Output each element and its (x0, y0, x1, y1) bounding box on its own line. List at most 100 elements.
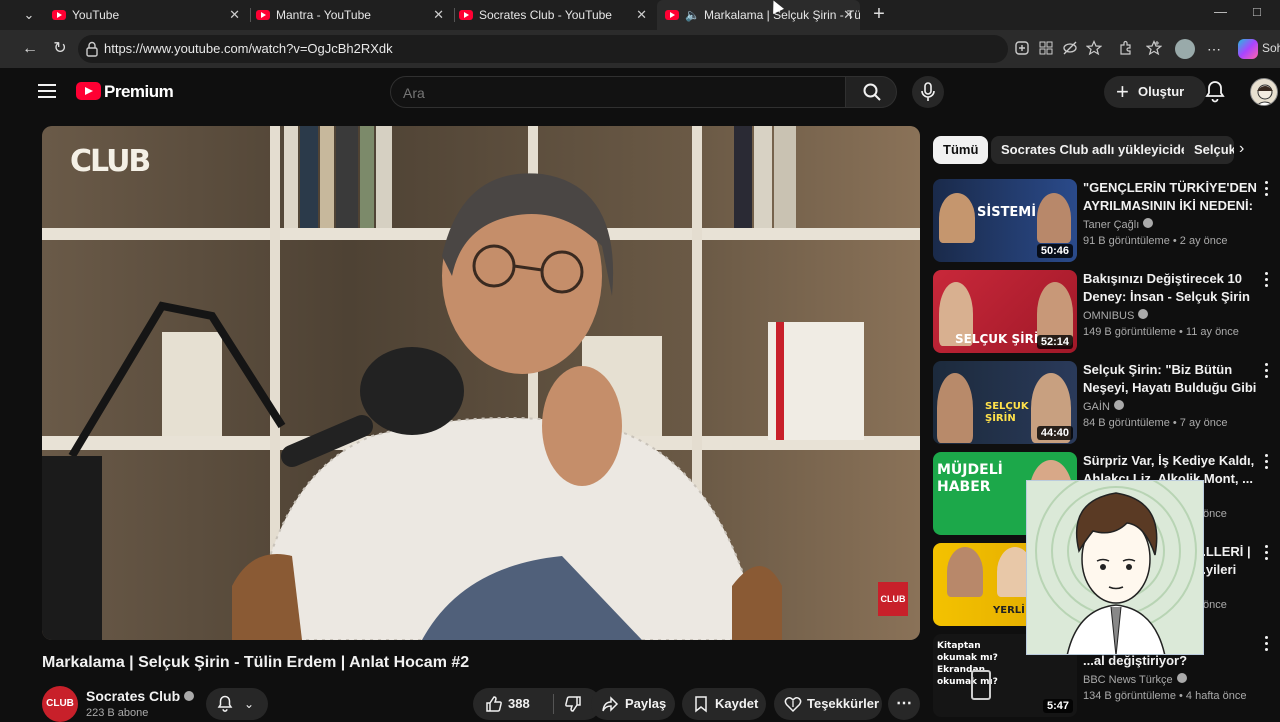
more-options-icon[interactable] (1265, 181, 1271, 199)
like-button[interactable]: 388 (473, 688, 553, 720)
browser-toolbar: ← ↻ https://www.youtube.com/watch?v=OgJc… (0, 30, 1280, 68)
video-meta: önce (1203, 508, 1227, 520)
close-tab-icon[interactable]: ✕ (229, 0, 240, 30)
browser-tab-active[interactable]: 🔈 Markalama | Selçuk Şirin - Tül ✕ (657, 0, 860, 30)
verified-badge-icon (1176, 673, 1187, 683)
video-title: Bakışınızı Değiştirecek 10 Deney: İnsan … (1083, 271, 1250, 304)
collections-icon[interactable] (1146, 40, 1162, 56)
more-options-icon[interactable] (1265, 363, 1271, 381)
video-title: ...LLERİ | ...yileri (1195, 544, 1251, 577)
search-box[interactable] (390, 76, 846, 108)
tab-actions-chevron-icon[interactable]: ⌄ (14, 5, 44, 25)
channel-name[interactable]: GAİN (1083, 400, 1124, 413)
avatar-face-icon (1256, 84, 1274, 105)
channel-branding-badge[interactable]: CLUB (878, 582, 908, 616)
heart-dollar-icon (784, 697, 802, 713)
search-input[interactable] (403, 83, 823, 103)
close-tab-icon[interactable]: ✕ (843, 0, 854, 30)
more-options-icon[interactable] (1265, 272, 1271, 290)
notifications-bell-icon[interactable] (1204, 80, 1226, 104)
video-duration: 5:47 (1042, 699, 1073, 713)
extensions-puzzle-icon[interactable] (1118, 40, 1134, 56)
more-options-icon[interactable] (1265, 454, 1271, 472)
browser-tab-1[interactable]: YouTube ✕ (52, 0, 248, 30)
recommendation-item[interactable]: SELÇUK ŞİRİ 52:14 Bakışınızı Değiştirece… (933, 270, 1278, 354)
recommendation-item[interactable]: SİSTEMİ 50:46 "GENÇLERİN TÜRKİYE'DEN AYR… (933, 179, 1278, 263)
channel-name-text: Socrates Club (86, 688, 181, 704)
browser-tabstrip: ⌄ YouTube ✕ Mantra - YouTube ✕ Socrates … (0, 0, 1280, 30)
video-title: Selçuk Şirin: "Biz Bütün Neşeyi, Hayatı … (1083, 362, 1257, 395)
maximize-window-icon[interactable]: □ (1253, 4, 1261, 19)
save-button[interactable]: Kaydet (682, 688, 766, 720)
youtube-favicon-icon (459, 10, 473, 20)
profile-avatar-icon[interactable] (1175, 39, 1195, 59)
browser-tab-2[interactable]: Mantra - YouTube ✕ (256, 0, 452, 30)
overlay-avatar-illustration (1026, 480, 1204, 655)
thumbnail-caption: SELÇUK ŞİRİ (955, 332, 1039, 346)
account-avatar[interactable] (1250, 78, 1278, 106)
more-actions-button[interactable]: ⋯ (888, 688, 920, 720)
thumbnail-caption: SELÇUK ŞİRİN (985, 401, 1029, 424)
hamburger-menu-icon[interactable] (38, 84, 56, 98)
tracking-prevention-icon[interactable] (1062, 40, 1078, 56)
site-info-icon[interactable] (86, 41, 98, 57)
youtube-play-logo-icon (76, 82, 101, 100)
create-button[interactable]: + Oluştur (1104, 76, 1206, 108)
search-button[interactable] (845, 76, 897, 108)
channel-name[interactable]: Taner Çağlı (1083, 218, 1154, 231)
more-options-icon[interactable] (1265, 545, 1271, 563)
thumbnail-person (937, 373, 973, 443)
chip-from-uploader[interactable]: Socrates Club adlı yükleyiciden (991, 136, 1207, 164)
chevron-right-icon[interactable]: › (1239, 140, 1244, 158)
thumbnail-person (1037, 193, 1071, 243)
thumbnail-caption: MÜJDELİ HABER (937, 462, 1003, 495)
channel-name[interactable]: Socrates Club (86, 688, 195, 704)
grid-apps-icon[interactable] (1038, 40, 1054, 56)
verified-badge-icon (1143, 218, 1154, 228)
channel-avatar[interactable]: CLUB (42, 686, 78, 722)
youtube-favicon-icon (256, 10, 270, 20)
channel-name[interactable]: OMNIBUS (1083, 309, 1149, 322)
chip-selcuk[interactable]: Selçuk (1184, 136, 1234, 164)
thumbnail-person (947, 547, 983, 597)
minimize-window-icon[interactable]: — (1214, 4, 1227, 19)
more-options-icon[interactable]: ⋯ (1204, 39, 1224, 59)
logo-text: Premium (104, 82, 174, 101)
copilot-icon[interactable] (1238, 39, 1258, 59)
plus-icon: + (1116, 79, 1129, 104)
copilot-label[interactable]: Soh (1262, 41, 1280, 55)
voice-search-button[interactable] (912, 76, 944, 108)
share-button[interactable]: Paylaş (591, 688, 675, 720)
channel-name-text: OMNIBUS (1083, 310, 1135, 322)
back-arrow-icon[interactable]: ← (20, 39, 40, 59)
phone-illustration (971, 670, 991, 700)
youtube-favicon-icon (665, 10, 679, 20)
recommendation-item[interactable]: SELÇUK ŞİRİN 44:40 Selçuk Şirin: "Biz Bü… (933, 361, 1278, 445)
thumbs-down-icon (565, 696, 581, 712)
video-thumbnail[interactable]: SELÇUK ŞİRİN 44:40 (933, 361, 1077, 444)
close-tab-icon[interactable]: ✕ (433, 0, 444, 30)
app-available-icon[interactable] (1014, 40, 1030, 56)
bell-icon (217, 695, 233, 712)
video-thumbnail[interactable]: SELÇUK ŞİRİ 52:14 (933, 270, 1077, 353)
favorite-star-icon[interactable] (1086, 40, 1102, 56)
channel-name-text: Taner Çağlı (1083, 219, 1140, 231)
create-label: Oluştur (1138, 84, 1185, 99)
video-player[interactable]: CLUB CLUB (42, 126, 920, 640)
youtube-favicon-icon (52, 10, 66, 20)
reload-icon[interactable]: ↻ (50, 39, 70, 59)
browser-tab-3[interactable]: Socrates Club - YouTube ✕ (459, 0, 655, 30)
share-arrow-icon (602, 696, 619, 712)
tab-label: Mantra - YouTube (276, 8, 371, 22)
share-label: Paylaş (625, 696, 667, 711)
video-thumbnail[interactable]: SİSTEMİ 50:46 (933, 179, 1077, 262)
chip-all[interactable]: Tümü (933, 136, 989, 164)
subscription-notifications-button[interactable]: ⌄ (206, 688, 268, 720)
address-bar[interactable]: https://www.youtube.com/watch?v=OgJcBh2R… (78, 35, 1008, 63)
close-tab-icon[interactable]: ✕ (636, 0, 647, 30)
new-tab-plus-icon[interactable]: + (868, 3, 890, 25)
video-frame-image (42, 126, 920, 640)
thanks-button[interactable]: Teşekkürler (774, 688, 882, 720)
more-options-icon[interactable] (1265, 636, 1271, 654)
channel-name[interactable]: BBC News Türkçe (1083, 673, 1187, 686)
